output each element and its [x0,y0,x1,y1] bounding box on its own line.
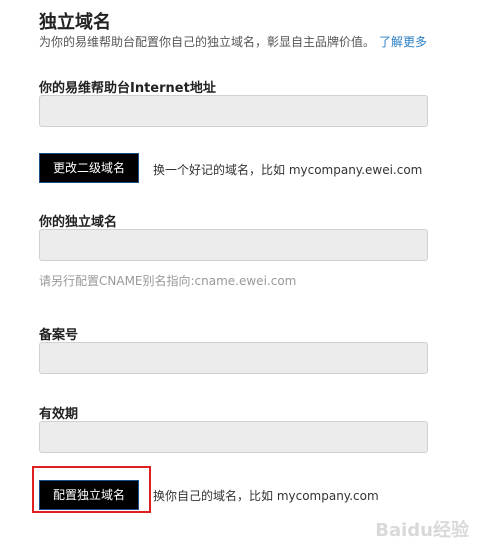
page-subtitle: 为你的易维帮助台配置你自己的独立域名，彰显自主品牌价值。 了解更多 [39,33,427,50]
custom-domain-label: 你的独立域名 [39,215,118,230]
change-subdomain-button[interactable]: 更改二级域名 [39,153,140,183]
validity-field[interactable] [39,421,428,453]
cname-hint: 请另行配置CNAME别名指向:cname.ewei.com [39,274,297,288]
record-number-label: 备案号 [39,328,79,343]
page-title: 独立域名 [39,12,111,33]
watermark-logo: Baidu经验 [375,520,469,541]
learn-more-link[interactable]: 了解更多 [379,35,427,49]
internet-address-label: 你的易维帮助台Internet地址 [39,81,216,96]
internet-address-field[interactable] [39,95,428,127]
validity-label: 有效期 [39,407,79,422]
configure-domain-note: 换你自己的域名，比如 mycompany.com [153,489,379,503]
configure-domain-button[interactable]: 配置独立域名 [39,480,140,510]
custom-domain-field[interactable] [39,229,428,261]
change-subdomain-note: 换一个好记的域名，比如 mycompany.ewei.com [153,163,423,177]
record-number-field[interactable] [39,342,428,374]
subtitle-text: 为你的易维帮助台配置你自己的独立域名，彰显自主品牌价值。 [39,35,376,49]
